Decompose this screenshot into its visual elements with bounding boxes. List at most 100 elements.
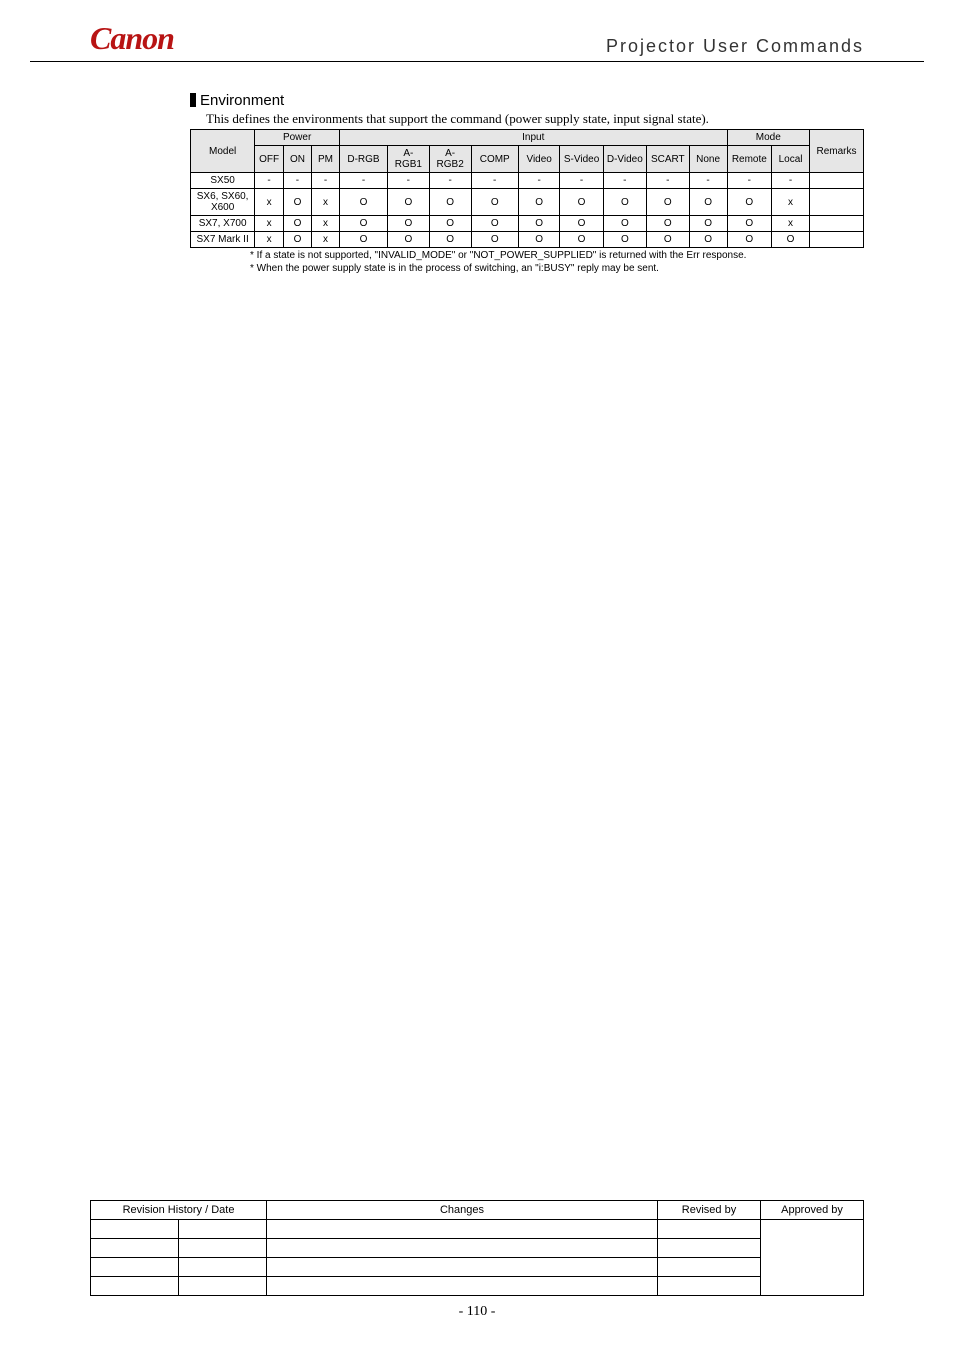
- rev-cell: [658, 1220, 761, 1239]
- rev-cell: [179, 1258, 267, 1277]
- rev-cell: [267, 1258, 658, 1277]
- rev-cell: [658, 1258, 761, 1277]
- th-argb1: A-RGB1: [387, 146, 429, 173]
- table-cell: [810, 173, 864, 189]
- section-title-text: Environment: [200, 92, 284, 109]
- table-cell: O: [429, 232, 471, 248]
- th-approved-by: Approved by: [761, 1201, 864, 1220]
- table-cell: O: [518, 216, 560, 232]
- table-cell: x: [255, 216, 284, 232]
- th-svideo: S-Video: [560, 146, 603, 173]
- table-cell: x: [772, 216, 810, 232]
- table-row: SX6, SX60, X600xOxOOOOOOOOOOx: [191, 189, 864, 216]
- th-power: Power: [255, 130, 340, 146]
- note-2: * When the power supply state is in the …: [190, 263, 864, 274]
- document-title: Projector User Commands: [606, 36, 864, 57]
- table-cell: O: [603, 189, 646, 216]
- table-cell: O: [772, 232, 810, 248]
- table-cell: O: [646, 216, 689, 232]
- th-scart: SCART: [646, 146, 689, 173]
- table-cell: O: [689, 232, 727, 248]
- table-cell: O: [518, 189, 560, 216]
- th-model: Model: [191, 130, 255, 173]
- rev-cell: [91, 1220, 179, 1239]
- table-cell: -: [471, 173, 518, 189]
- table-cell: SX50: [191, 173, 255, 189]
- th-remarks: Remarks: [810, 130, 864, 173]
- table-cell: [810, 232, 864, 248]
- table-cell: O: [518, 232, 560, 248]
- table-cell: -: [311, 173, 339, 189]
- th-local: Local: [772, 146, 810, 173]
- section-bar-icon: [190, 93, 196, 107]
- table-row: SX7, X700xOxOOOOOOOOOOx: [191, 216, 864, 232]
- table-cell: -: [689, 173, 727, 189]
- table-cell: O: [340, 189, 388, 216]
- table-cell: -: [283, 173, 311, 189]
- rev-cell: [267, 1239, 658, 1258]
- table-cell: [810, 216, 864, 232]
- section-intro: This defines the environments that suppo…: [206, 111, 864, 127]
- table-cell: O: [646, 189, 689, 216]
- table-row: SX7 Mark IIxOxOOOOOOOOOOO: [191, 232, 864, 248]
- th-changes: Changes: [267, 1201, 658, 1220]
- rev-cell: [91, 1239, 179, 1258]
- th-video: Video: [518, 146, 560, 173]
- table-cell: SX7, X700: [191, 216, 255, 232]
- table-cell: O: [471, 189, 518, 216]
- table-cell: x: [772, 189, 810, 216]
- rev-cell: [761, 1220, 864, 1296]
- table-cell: O: [429, 189, 471, 216]
- table-cell: x: [311, 189, 339, 216]
- th-off: OFF: [255, 146, 284, 173]
- table-cell: O: [429, 216, 471, 232]
- table-cell: -: [255, 173, 284, 189]
- rev-cell: [91, 1258, 179, 1277]
- table-cell: O: [727, 232, 772, 248]
- table-cell: -: [340, 173, 388, 189]
- table-cell: -: [646, 173, 689, 189]
- table-cell: O: [560, 189, 603, 216]
- th-comp: COMP: [471, 146, 518, 173]
- rev-cell: [179, 1220, 267, 1239]
- rev-cell: [658, 1277, 761, 1296]
- th-revision-history: Revision History / Date: [91, 1201, 267, 1220]
- table-cell: O: [646, 232, 689, 248]
- table-cell: [810, 189, 864, 216]
- th-argb2: A-RGB2: [429, 146, 471, 173]
- rev-cell: [179, 1277, 267, 1296]
- table-cell: -: [387, 173, 429, 189]
- table-cell: -: [772, 173, 810, 189]
- table-cell: O: [689, 216, 727, 232]
- note-1: * If a state is not supported, "INVALID_…: [190, 250, 864, 261]
- table-cell: O: [283, 216, 311, 232]
- table-cell: x: [255, 232, 284, 248]
- environment-table: Model Power Input Mode Remarks OFF ON PM…: [190, 129, 864, 248]
- table-cell: O: [471, 216, 518, 232]
- table-cell: O: [560, 216, 603, 232]
- table-cell: x: [311, 232, 339, 248]
- rev-cell: [267, 1220, 658, 1239]
- table-cell: O: [387, 189, 429, 216]
- rev-cell: [179, 1239, 267, 1258]
- th-pm: PM: [311, 146, 339, 173]
- th-input: Input: [340, 130, 728, 146]
- table-cell: O: [727, 216, 772, 232]
- table-cell: -: [518, 173, 560, 189]
- table-cell: O: [387, 232, 429, 248]
- page-number: - 110 -: [90, 1304, 864, 1320]
- rev-cell: [658, 1239, 761, 1258]
- table-cell: O: [471, 232, 518, 248]
- table-cell: O: [283, 232, 311, 248]
- table-cell: O: [283, 189, 311, 216]
- th-none: None: [689, 146, 727, 173]
- table-cell: -: [560, 173, 603, 189]
- th-revised-by: Revised by: [658, 1201, 761, 1220]
- th-mode: Mode: [727, 130, 809, 146]
- table-cell: -: [727, 173, 772, 189]
- table-cell: SX6, SX60, X600: [191, 189, 255, 216]
- rev-cell: [267, 1277, 658, 1296]
- table-cell: -: [429, 173, 471, 189]
- table-cell: O: [603, 232, 646, 248]
- table-cell: O: [689, 189, 727, 216]
